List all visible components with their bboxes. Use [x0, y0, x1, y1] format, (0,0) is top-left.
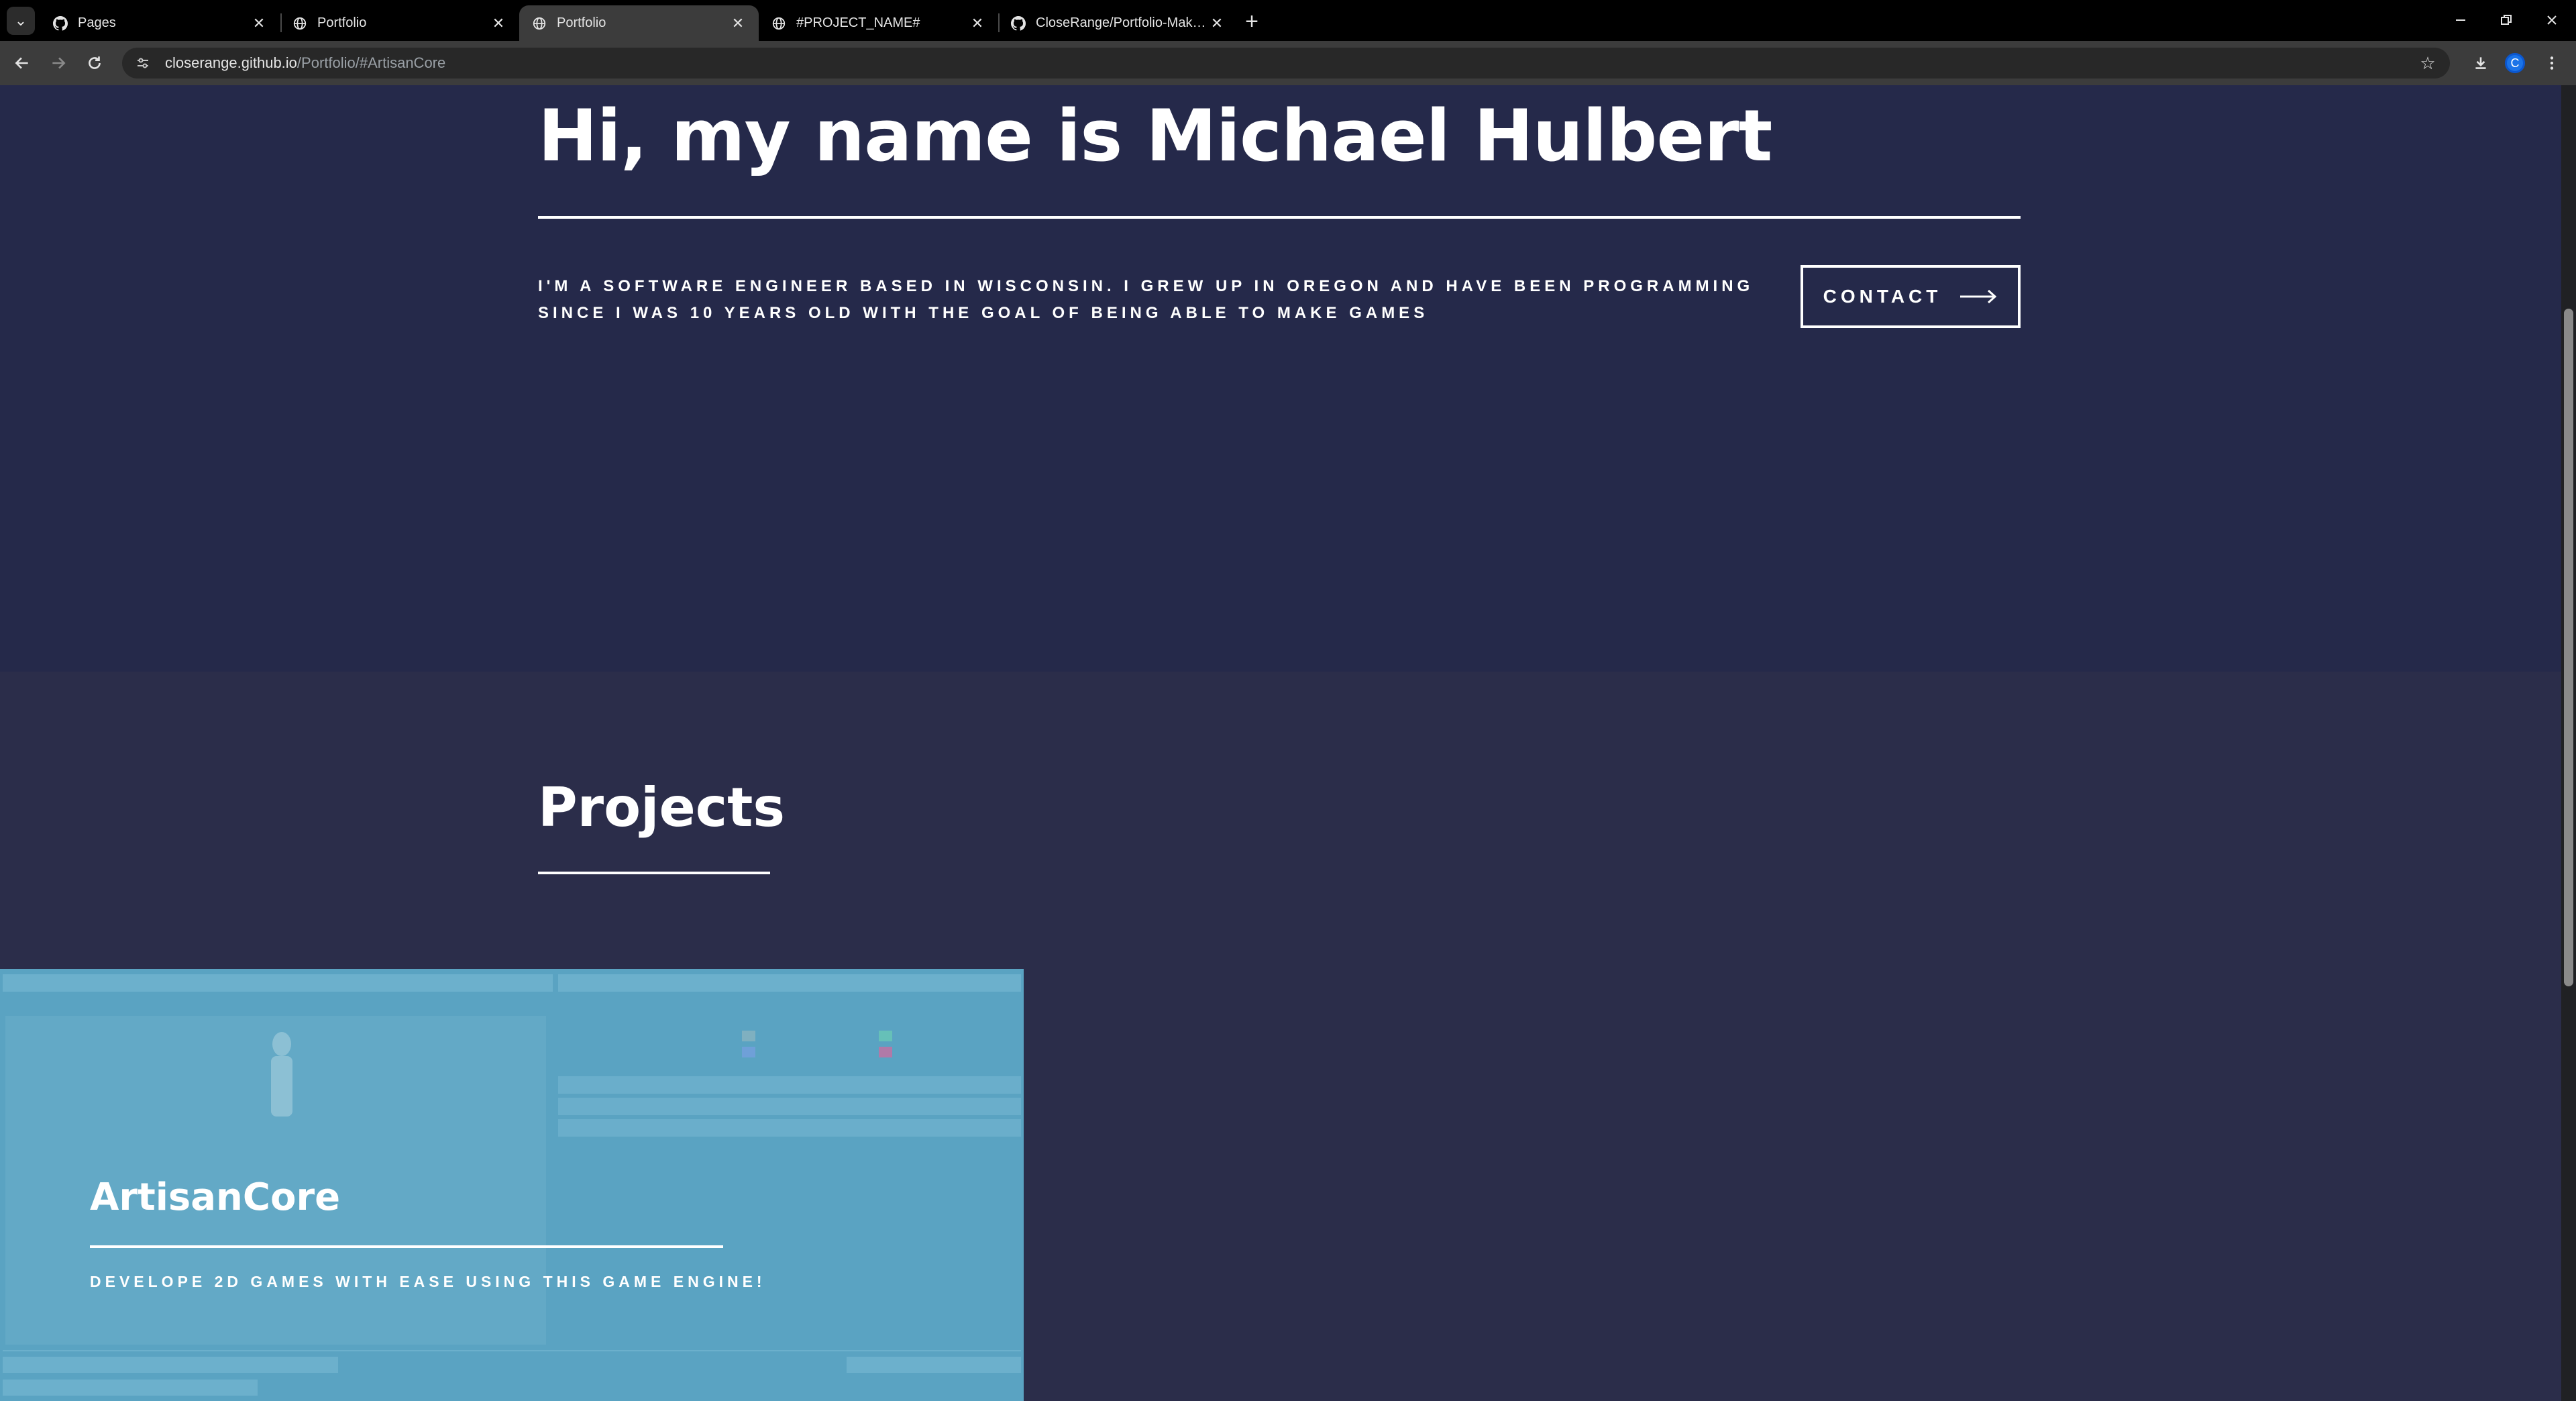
address-bar[interactable]: closerange.github.io/Portfolio/#ArtisanC… [122, 48, 2450, 79]
url-path: /Portfolio/#ArtisanCore [297, 54, 446, 71]
github-icon [1010, 15, 1026, 32]
hero-title: Hi, my name is Michael Hulbert [538, 95, 1772, 177]
project-card-artisancore[interactable]: ArtisanCore Develope 2D games with ease … [0, 969, 1024, 1401]
project-card-description: Develope 2D games with ease using this g… [90, 1273, 766, 1290]
tab-title: CloseRange/Portfolio-Maker: A [1036, 15, 1208, 30]
globe-icon [771, 15, 787, 32]
profile-avatar[interactable]: C [2505, 53, 2525, 73]
hero-divider [538, 216, 2021, 219]
reload-icon[interactable] [80, 49, 109, 77]
close-icon[interactable]: ✕ [1208, 15, 1226, 32]
url-text: closerange.github.io/Portfolio/#ArtisanC… [165, 54, 445, 72]
tab-portfolio-1[interactable]: Portfolio ✕ [280, 5, 519, 41]
close-icon[interactable]: ✕ [729, 15, 747, 32]
projects-title: Projects [538, 776, 786, 839]
minimize-icon[interactable] [2440, 5, 2481, 35]
scrollbar-thumb[interactable] [2564, 309, 2573, 986]
window-close-icon[interactable] [2532, 5, 2572, 35]
projects-divider [538, 872, 770, 874]
tab-portfolio-active[interactable]: Portfolio ✕ [519, 5, 759, 41]
tab-strip: ⌄ Pages ✕ Portfolio ✕ Portfolio ✕ #PROJE… [0, 0, 2576, 41]
tab-pages[interactable]: Pages ✕ [40, 5, 280, 41]
url-host: closerange.github.io [165, 54, 297, 71]
arrow-right-icon [1960, 289, 1997, 304]
download-icon[interactable] [2467, 50, 2494, 76]
bookmark-star-icon[interactable]: ☆ [2418, 53, 2438, 73]
tab-title: Portfolio [557, 15, 606, 30]
contact-button[interactable]: CONTACT [1801, 265, 2021, 328]
back-arrow-icon[interactable] [8, 49, 36, 77]
menu-kebab-icon[interactable] [2538, 50, 2565, 76]
tab-project-name[interactable]: #PROJECT_NAME# ✕ [759, 5, 998, 41]
globe-icon [531, 15, 547, 32]
tab-title: Portfolio [317, 15, 367, 30]
new-tab-plus-icon[interactable]: + [1240, 9, 1264, 34]
projects-section: Projects ArtisanCore DEVELOPE 2D GAMES W… [0, 672, 2561, 1401]
contact-button-label: CONTACT [1823, 286, 1942, 307]
tab-title: Pages [78, 15, 116, 30]
github-icon [52, 15, 68, 32]
close-icon[interactable]: ✕ [490, 15, 507, 32]
globe-icon [292, 15, 308, 32]
tab-title: #PROJECT_NAME# [796, 15, 920, 30]
close-icon[interactable]: ✕ [969, 15, 986, 32]
restore-icon[interactable] [2486, 5, 2526, 35]
forward-arrow-icon[interactable] [44, 49, 72, 77]
tab-portfolio-maker[interactable]: CloseRange/Portfolio-Maker: A ✕ [998, 5, 1238, 41]
hero-intro-text: I'm a software engineer based in Wiscons… [538, 277, 1754, 322]
close-icon[interactable]: ✕ [250, 15, 268, 32]
project-card-title: ArtisanCore [90, 1176, 341, 1219]
hero-section: Hi, my name is Michael Hulbert I'm a sof… [0, 85, 2561, 672]
browser-toolbar: closerange.github.io/Portfolio/#ArtisanC… [0, 41, 2576, 85]
tab-search-chevron-icon[interactable]: ⌄ [7, 7, 35, 35]
project-card-divider [90, 1245, 723, 1248]
site-info-icon[interactable] [133, 53, 153, 73]
page-viewport: Hi, my name is Michael Hulbert I'm a sof… [0, 85, 2561, 1401]
